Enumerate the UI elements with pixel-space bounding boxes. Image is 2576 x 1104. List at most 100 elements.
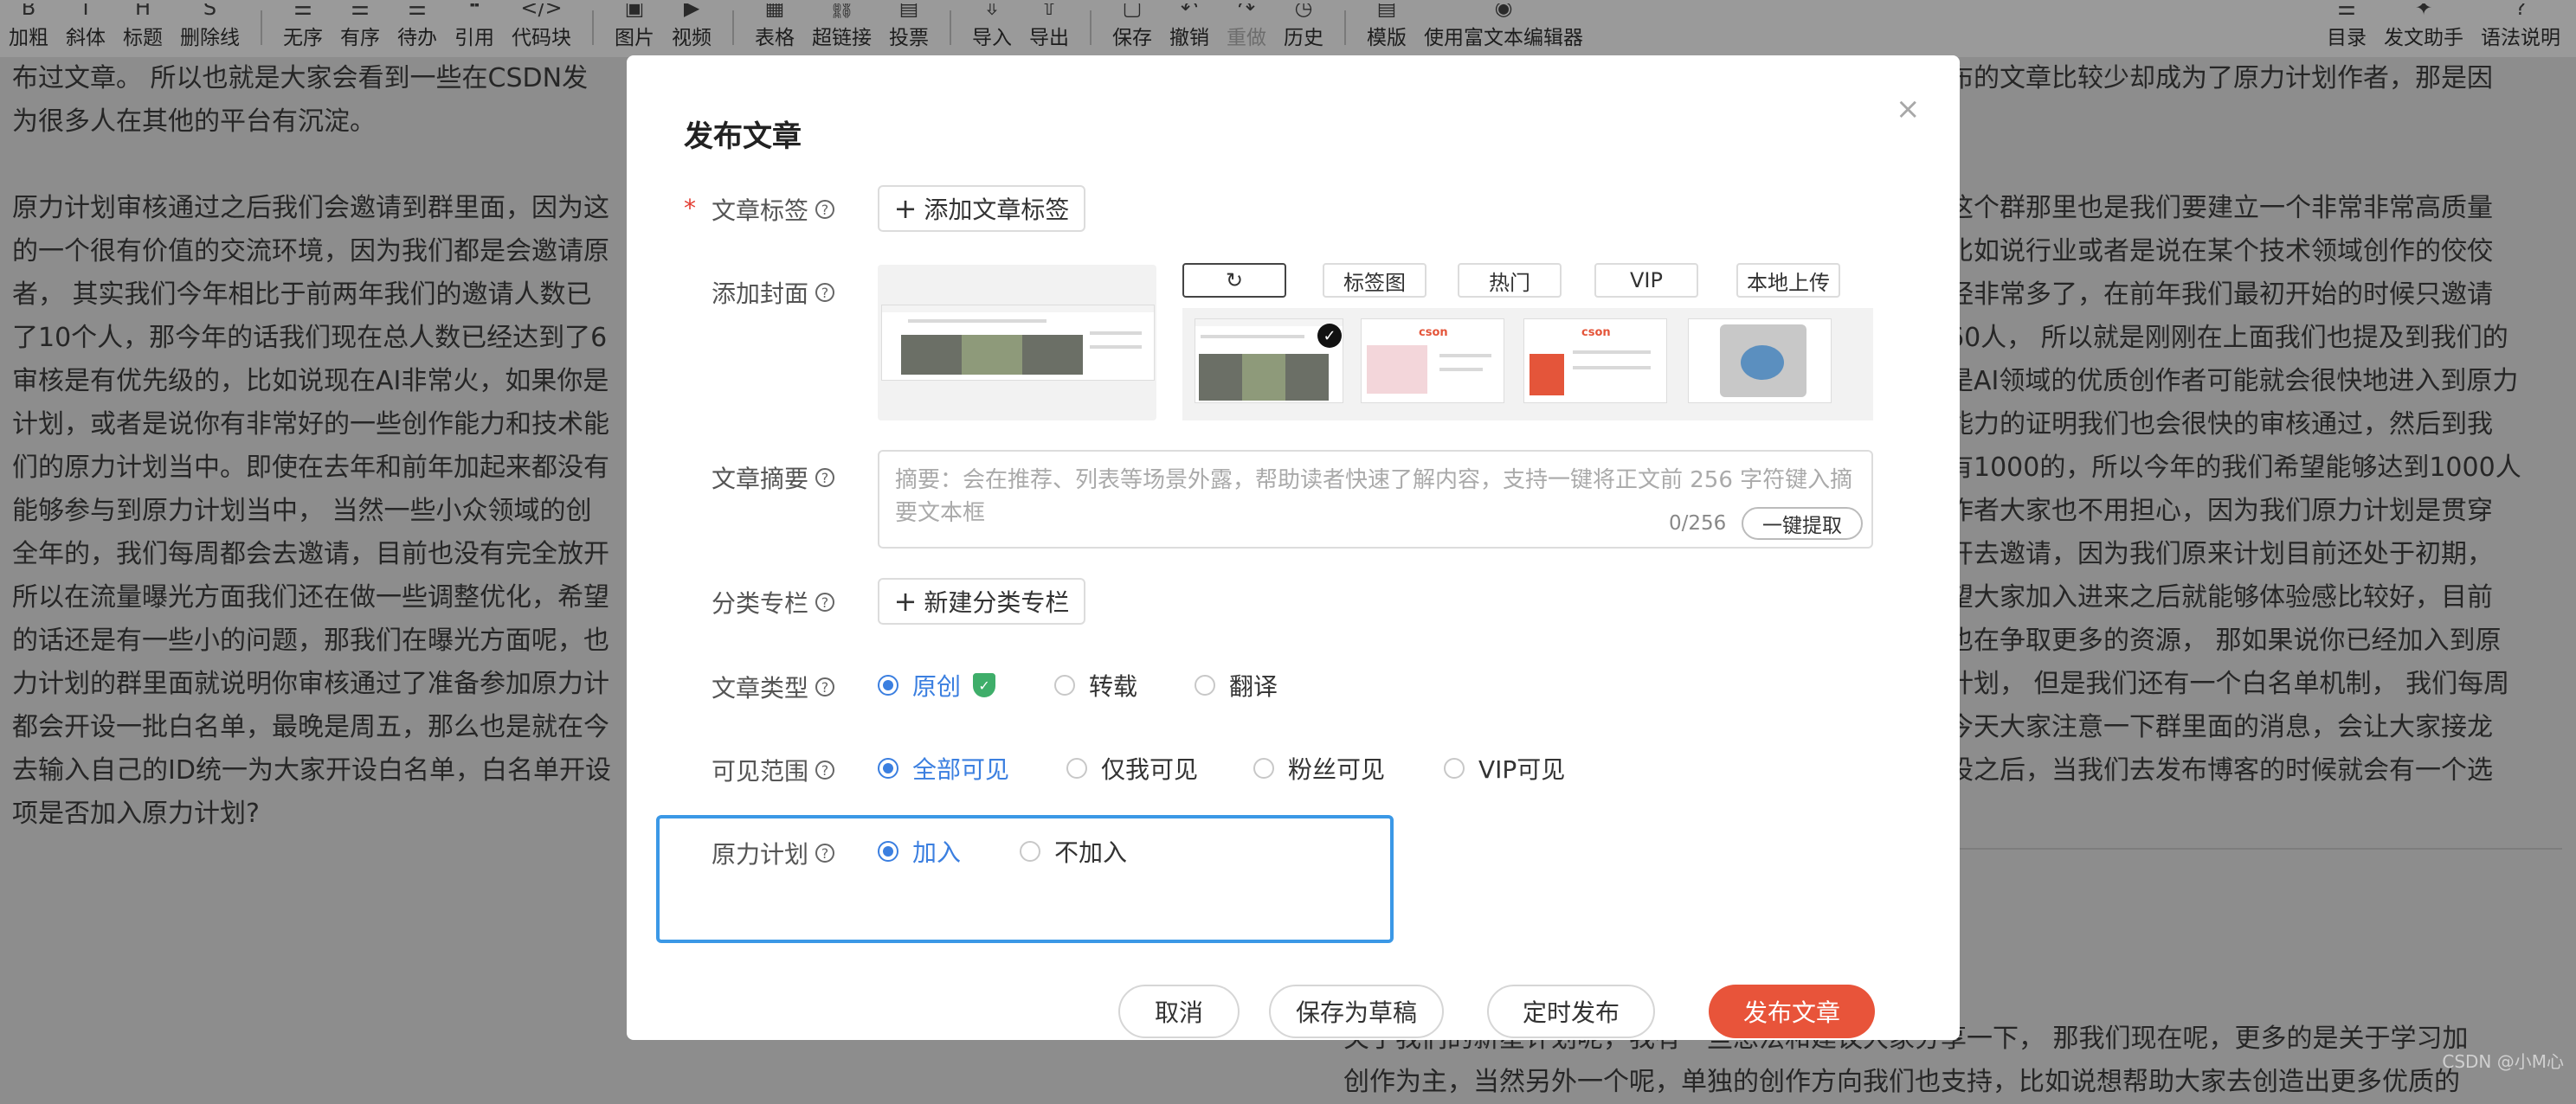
- new-column-button-label: 新建分类专栏: [924, 588, 1070, 617]
- document-line: 能力的证明我们也会很快的审核通过，然后到我: [1948, 409, 2493, 440]
- toolbar-button-template[interactable]: ▤ 模版: [1358, 0, 1415, 57]
- toolbar-button-save[interactable]: ▢ 保存: [1104, 0, 1161, 57]
- cover-label-text: 添加封面: [712, 279, 809, 308]
- cover-option-2[interactable]: cson: [1361, 318, 1504, 403]
- help-icon[interactable]: ?: [815, 593, 835, 612]
- highlight-box: [656, 815, 1394, 943]
- cover-tab[interactable]: 热门: [1458, 263, 1562, 298]
- visibility-radio-option[interactable]: 粉丝可见: [1253, 751, 1385, 786]
- cover-preview-image: [881, 305, 1155, 381]
- cover-tab[interactable]: 本地上传: [1736, 263, 1840, 298]
- toolbar-button-history[interactable]: ◷ 历史: [1275, 0, 1332, 57]
- visibility-radio-option[interactable]: 仅我可见: [1066, 751, 1198, 786]
- help-icon[interactable]: ?: [815, 761, 835, 780]
- toolbar-button-ordered-list[interactable]: ☰ 有序: [332, 0, 389, 57]
- cover-option-4[interactable]: [1688, 318, 1832, 403]
- add-tag-button[interactable]: + 添加文章标签: [878, 185, 1085, 232]
- refresh-cover-button[interactable]: ↻: [1182, 263, 1286, 298]
- divider: [1956, 848, 2562, 850]
- toolbar-button-undo[interactable]: ↶ 撤销: [1161, 0, 1218, 57]
- toolbar-button-assistant[interactable]: ✦ 发文助手: [2375, 0, 2472, 57]
- toolbar-button-import[interactable]: ⇩ 导入: [963, 0, 1021, 57]
- help-icon[interactable]: ?: [815, 200, 835, 219]
- document-line: 望大家加入进来之后就能够体验感比较好，目前: [1948, 582, 2493, 613]
- type-radio-option[interactable]: 原创 ✓: [878, 668, 996, 703]
- document-left-column: 布过文章。 所以也就是大家会看到一些在CSDN发 为很多人在其他的平台有沉淀。 原…: [12, 57, 653, 836]
- history-icon: ◷: [1294, 3, 1313, 20]
- cover-tab[interactable]: VIP: [1594, 263, 1698, 298]
- toolbar-button-label: 有序: [340, 27, 380, 49]
- toolbar-button-label: 导出: [1029, 27, 1069, 49]
- toolbar-separator: [950, 10, 951, 45]
- column-label-text: 分类专栏: [712, 589, 809, 618]
- todo-list-icon: ☰: [408, 3, 427, 20]
- visibility-label-text: 可见范围: [712, 757, 809, 786]
- toolbar-button-table[interactable]: ▦ 表格: [746, 0, 803, 57]
- tags-label-text: 文章标签: [712, 196, 809, 225]
- toolbar-button-strikethrough[interactable]: S 删除线: [171, 0, 248, 57]
- type-radio-option[interactable]: 翻译: [1195, 668, 1278, 703]
- toolbar-button-label: 重做: [1227, 27, 1266, 49]
- document-line: 作者大家也不用担心，因为我们原力计划是贯穿: [1948, 496, 2493, 526]
- selected-check-icon: ✓: [1317, 324, 1342, 348]
- cover-preview[interactable]: [878, 265, 1156, 420]
- toolbar-button-image[interactable]: ▣ 图片: [606, 0, 663, 57]
- toolbar-button-heading[interactable]: H 标题: [114, 0, 171, 57]
- radio-circle: [1054, 675, 1075, 696]
- image-icon: ▣: [624, 3, 645, 20]
- close-icon[interactable]: ×: [1896, 92, 1921, 126]
- save-draft-button[interactable]: 保存为草稿: [1269, 985, 1444, 1038]
- cover-option-3[interactable]: cson: [1523, 318, 1667, 403]
- visibility-radio-option[interactable]: VIP可见: [1444, 751, 1565, 786]
- export-icon: ⇧: [1040, 3, 1059, 20]
- summary-textarea[interactable]: 摘要：会在推荐、列表等场景外露，帮助读者快速了解内容，支持一键将正文前 256 …: [878, 450, 1873, 549]
- toolbar-button-label: 图片: [615, 27, 654, 49]
- toolbar-button-unordered-list[interactable]: ☰ 无序: [274, 0, 332, 57]
- document-line: 设之后，当我们去发布博客的时候就会有一个选: [1948, 755, 2493, 786]
- cover-tab[interactable]: 标签图: [1323, 263, 1426, 298]
- document-line: 者， 其实我们今年相比于前两年我们的邀请人数已: [12, 279, 592, 310]
- document-line: 全年的，我们每周都会去邀请，目前也没有完全放开: [12, 539, 609, 569]
- toolbar-button-code-block[interactable]: </> 代码块: [503, 0, 580, 57]
- toolbar-button-redo[interactable]: ↷ 重做: [1218, 0, 1275, 57]
- toolbar-button-label: 视频: [672, 27, 712, 49]
- document-line: 是AI领域的优质创作者可能就会很快地进入到原力: [1948, 366, 2519, 396]
- schedule-publish-button[interactable]: 定时发布: [1487, 985, 1655, 1038]
- toolbar-button-vote[interactable]: ▤ 投票: [880, 0, 937, 57]
- toolbar-button-video[interactable]: ▶ 视频: [663, 0, 720, 57]
- document-line: 布过文章。 所以也就是大家会看到一些在CSDN发: [12, 63, 589, 93]
- toolbar-button-label: 表格: [755, 27, 795, 49]
- help-icon[interactable]: ?: [815, 468, 835, 487]
- toc-icon: ☰: [2337, 3, 2356, 20]
- toolbar-separator: [1090, 10, 1092, 45]
- type-radio-option[interactable]: 转载: [1054, 668, 1137, 703]
- toolbar-button-label: 语法说明: [2481, 27, 2560, 49]
- toolbar-button-bold[interactable]: B 加粗: [0, 0, 57, 57]
- extract-summary-button[interactable]: 一键提取: [1742, 507, 1863, 540]
- help-icon[interactable]: ?: [815, 283, 835, 302]
- toolbar-button-toc[interactable]: ☰ 目录: [2318, 0, 2375, 57]
- toolbar-separator: [732, 10, 734, 45]
- toolbar-button-italic[interactable]: I 斜体: [57, 0, 114, 57]
- help-icon[interactable]: ?: [815, 677, 835, 696]
- radio-label: VIP可见: [1478, 755, 1566, 784]
- toolbar-button-syntax-help[interactable]: ? 语法说明: [2472, 0, 2569, 57]
- document-line: [12, 144, 653, 187]
- toolbar-button-link[interactable]: ⛓ 超链接: [803, 0, 880, 57]
- summary-label: 文章摘要 ?: [712, 460, 835, 495]
- cancel-button[interactable]: 取消: [1118, 985, 1240, 1038]
- toolbar-button-export[interactable]: ⇧ 导出: [1021, 0, 1078, 57]
- publish-button[interactable]: 发布文章: [1709, 985, 1875, 1038]
- plus-icon: +: [893, 192, 918, 225]
- radio-label: 翻译: [1229, 672, 1278, 701]
- toolbar-button-label: 使用富文本编辑器: [1424, 27, 1583, 49]
- toolbar-button-quote[interactable]: ❝ 引用: [446, 0, 503, 57]
- radio-label: 转载: [1089, 672, 1138, 701]
- visibility-radio-option[interactable]: 全部可见: [878, 751, 1009, 786]
- new-column-button[interactable]: + 新建分类专栏: [878, 578, 1085, 625]
- toolbar-button-rich-text[interactable]: ◉ 使用富文本编辑器: [1415, 0, 1592, 57]
- toolbar-button-todo-list[interactable]: ☰ 待办: [389, 0, 446, 57]
- toolbar-right-group: ☰ 目录 ✦ 发文助手? 语法说明: [2318, 0, 2569, 57]
- bold-icon: B: [21, 3, 36, 20]
- document-line: 开去邀请，因为我们原来计划目前还处于初期，: [1948, 539, 2493, 569]
